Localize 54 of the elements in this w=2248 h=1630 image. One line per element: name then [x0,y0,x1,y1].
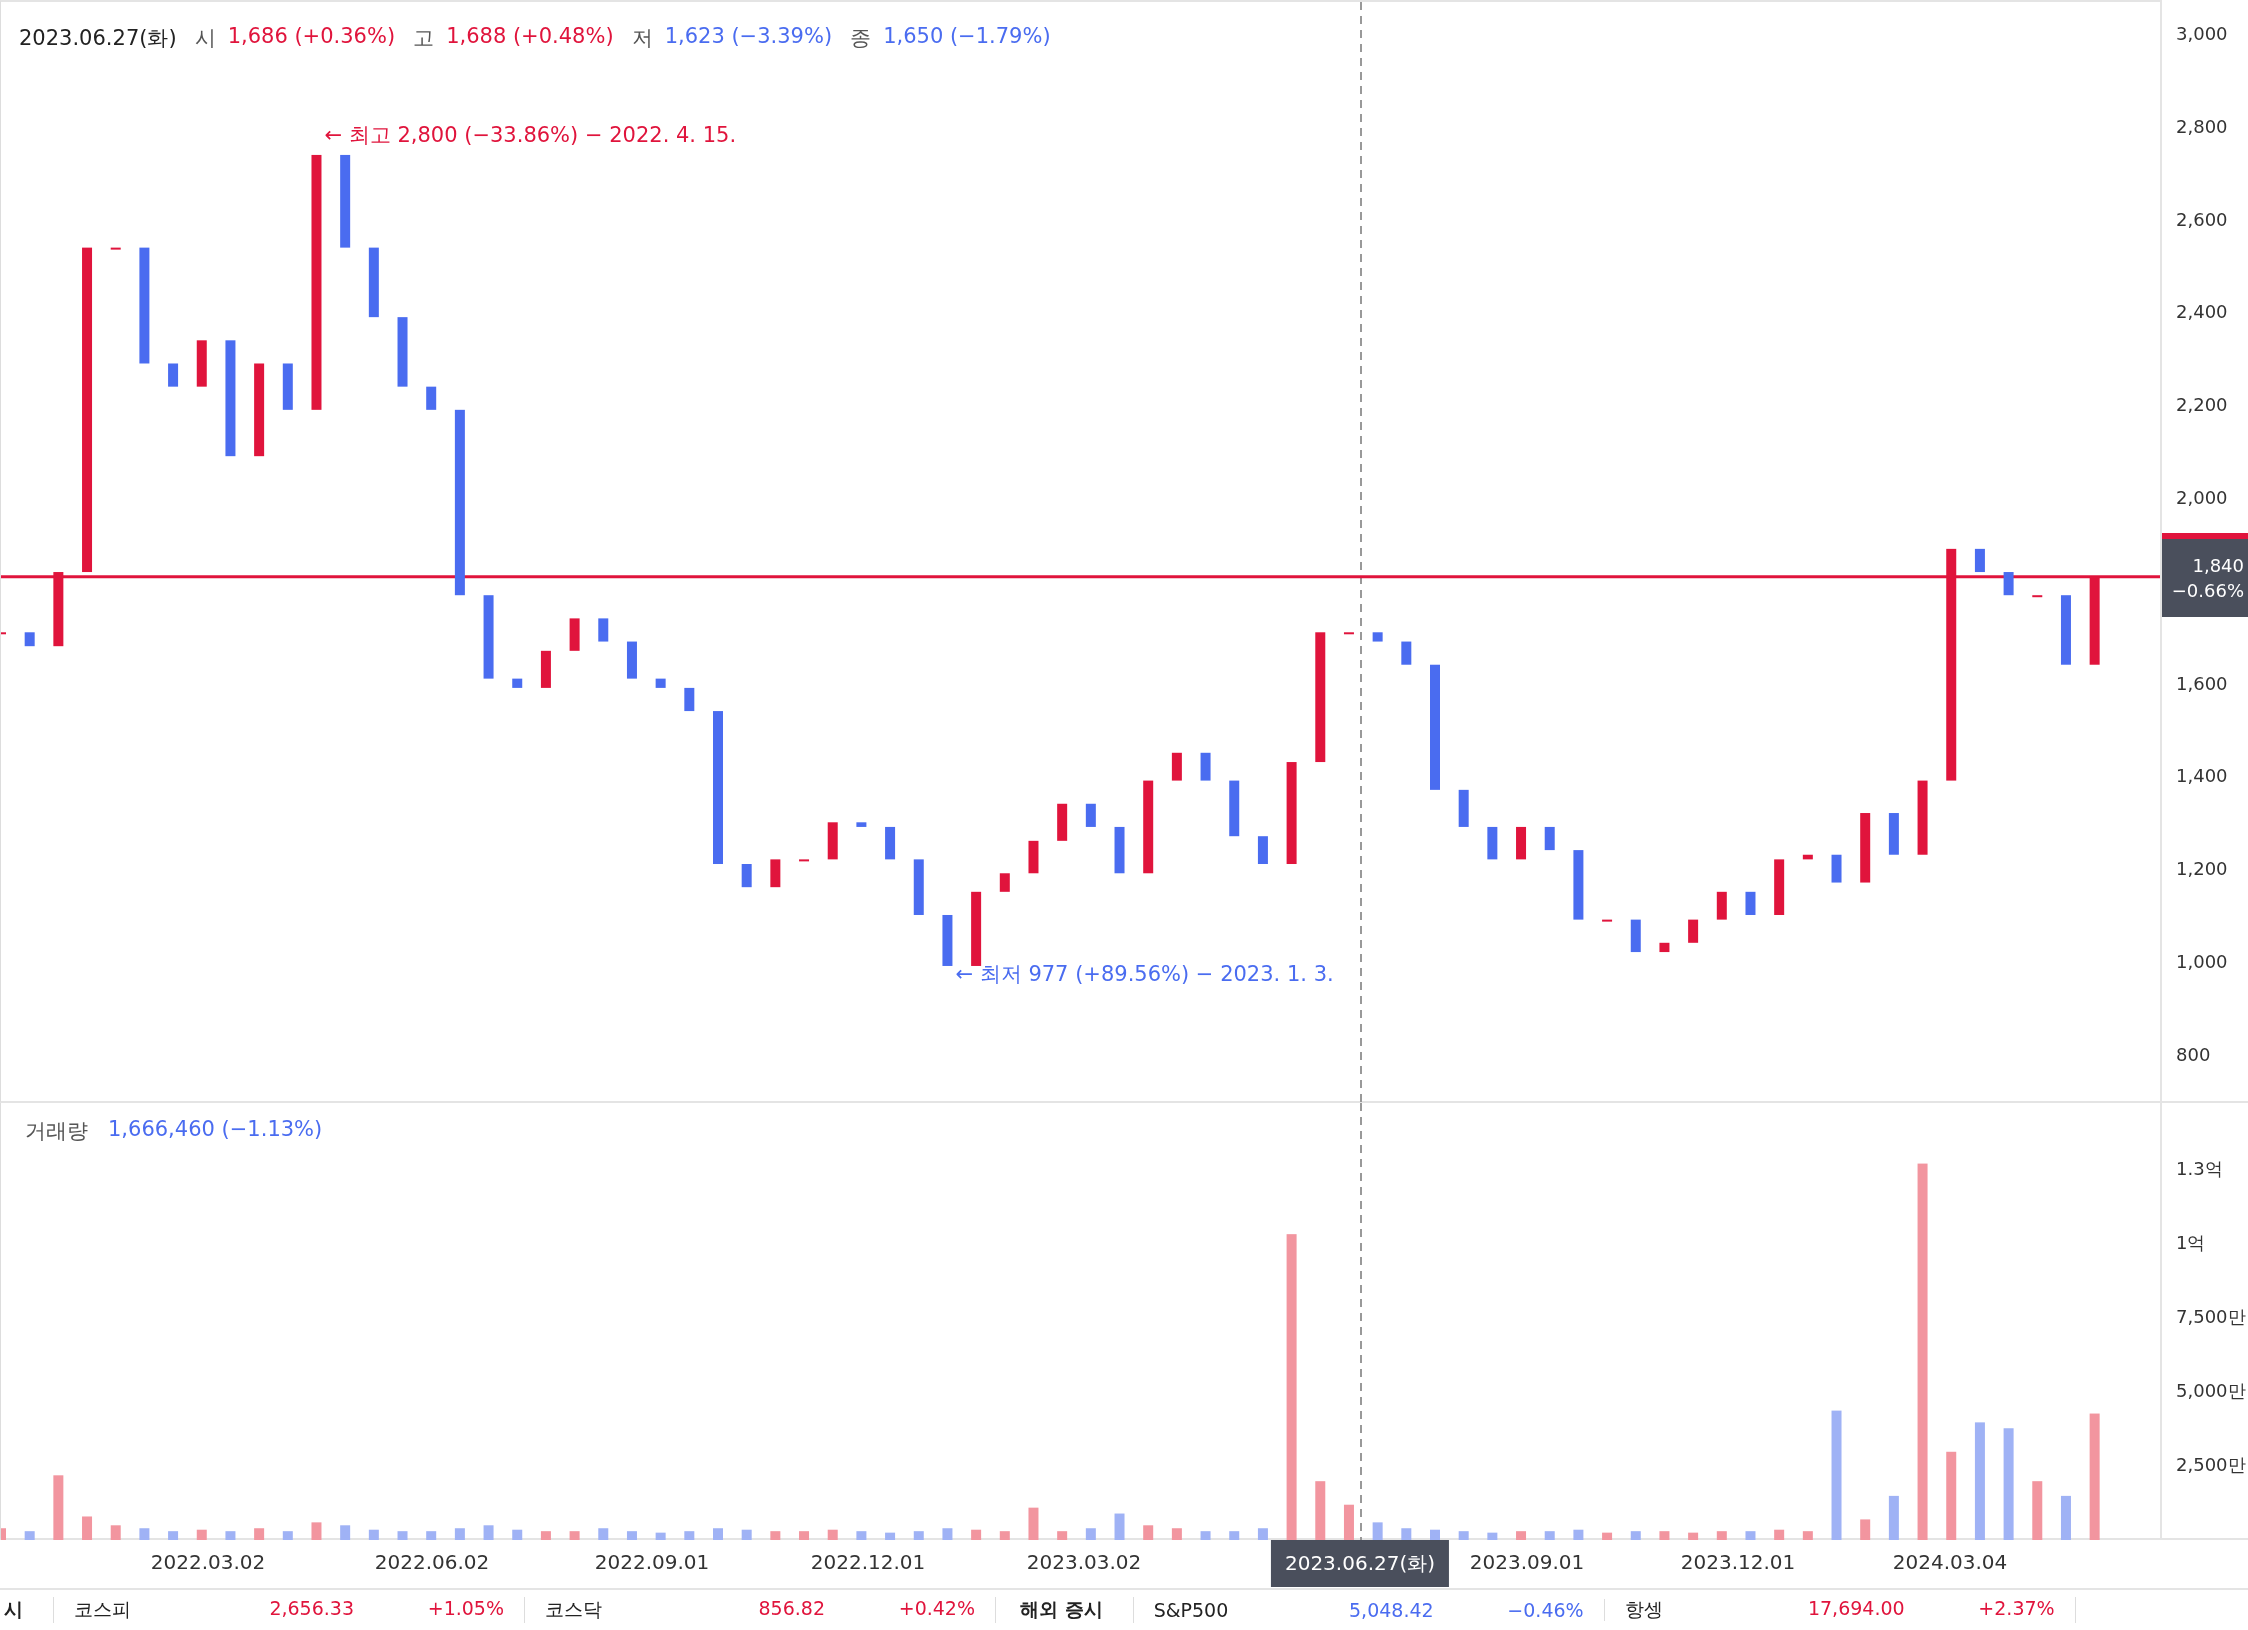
volume-axis-label: 1.3억 [2176,1157,2223,1181]
current-price-change: −0.66% [2171,579,2244,601]
index-value: 17,694.00 [1806,1597,1905,1621]
price-axis-label: 1,000 [2176,951,2228,972]
date-axis-label: 2023.09.01 [1469,1550,1585,1574]
price-axis-label: 2,000 [2176,487,2228,508]
price-axis-label: 2,600 [2176,208,2228,230]
index-change: +0.42% [897,1597,975,1621]
legend-field-value: 1,686 (+0.36%) [227,24,396,50]
market-section-label: 해외 증시 [1016,1597,1134,1623]
index-value: 5,048.42 [1348,1599,1434,1621]
volume-axis-label: 7,500만 [2176,1305,2246,1329]
index-change: +2.37% [1977,1597,2055,1621]
volume-axis-label: 1억 [2176,1231,2206,1255]
price-axis-label: 1,600 [2176,672,2228,694]
current-price: 1,840 [2192,554,2244,576]
legend-field-label: 고 [413,25,435,52]
date-axis-label: 2023.12.01 [1680,1550,1796,1574]
price-axis-label: 2,200 [2176,394,2228,416]
price-axis-label: 3,000 [2176,23,2228,44]
legend-field-label: 종 [850,25,872,52]
market-section-label: 시 [0,1597,54,1623]
date-axis-label: 2022.09.01 [594,1550,710,1574]
date-axis-label: 2022.06.02 [374,1550,490,1574]
price-axis-label: 800 [2176,1043,2211,1065]
price-axis-label: 2,400 [2176,301,2228,323]
index-name: 항셍 [1624,1597,1664,1622]
volume-label: 거래량 [25,1118,88,1145]
legend-field-value: 1,623 (−3.39%) [664,24,833,50]
volume-axis-label: 5,000만 [2176,1379,2246,1403]
index-change: +1.05% [426,1597,504,1621]
index-value: 856.82 [757,1597,825,1621]
date-axis-label: 2022.12.01 [810,1550,926,1574]
low-price-label: ← 최저 977 (+89.56%) − 2023. 1. 3. [955,961,1334,986]
index-name: 코스피 [74,1597,132,1622]
date-axis-label: 2023.03.02 [1026,1550,1142,1574]
legend-field-value: 1,688 (+0.48%) [446,24,614,50]
volume-axis-label: 2,500만 [2176,1453,2246,1477]
date-axis-label: 2022.03.02 [150,1550,266,1574]
high-price-label: ← 최고 2,800 (−33.86%) − 2022. 4. 15. [324,122,737,147]
price-axis-label: 1,200 [2176,858,2228,880]
date-axis-label: 2024.03.04 [1892,1550,2008,1574]
index-change: −0.46% [1506,1599,1584,1621]
index-name: S&P500 [1153,1599,1230,1621]
index-value: 2,656.33 [268,1597,354,1621]
legend-date: 2023.06.27(화) [19,25,177,52]
volume-value: 1,666,460 (−1.13%) [108,1117,323,1143]
price-axis-label: 1,400 [2176,765,2228,787]
index-name: 코스닥 [545,1597,603,1622]
legend-field-value: 1,650 (−1.79%) [883,24,1051,50]
crosshair-date-tag: 2023.06.27(화) [1270,1540,1450,1587]
legend-field-label: 저 [631,25,653,52]
legend-field-label: 시 [194,25,216,52]
price-axis-label: 2,800 [2176,115,2228,137]
